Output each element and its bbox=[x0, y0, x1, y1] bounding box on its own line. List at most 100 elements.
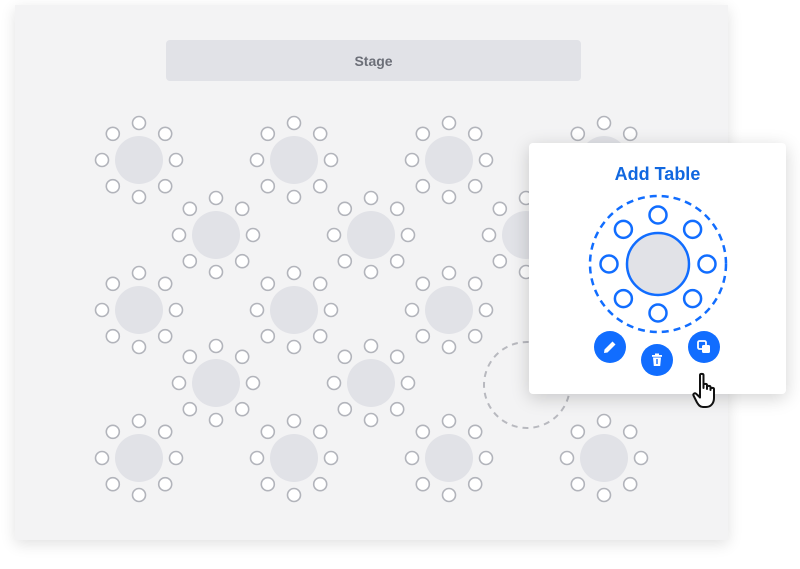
seating-table[interactable] bbox=[249, 413, 339, 503]
chair bbox=[234, 253, 250, 269]
chair bbox=[478, 302, 494, 318]
chair bbox=[570, 126, 586, 142]
seating-table[interactable] bbox=[171, 338, 261, 428]
chair bbox=[94, 152, 110, 168]
chair bbox=[249, 302, 265, 318]
edit-icon bbox=[604, 341, 616, 353]
chair bbox=[131, 189, 147, 205]
seating-table[interactable] bbox=[249, 265, 339, 355]
chair bbox=[337, 349, 353, 365]
hand-pointer-icon bbox=[692, 372, 715, 408]
chair bbox=[157, 126, 173, 142]
chair bbox=[648, 205, 668, 225]
chair bbox=[415, 126, 431, 142]
chair bbox=[157, 178, 173, 194]
duplicate-table-button[interactable] bbox=[688, 331, 720, 363]
chair bbox=[326, 227, 342, 243]
chair bbox=[157, 276, 173, 292]
chair bbox=[157, 328, 173, 344]
chair bbox=[260, 178, 276, 194]
chair bbox=[157, 476, 173, 492]
chair bbox=[323, 450, 339, 466]
chair bbox=[260, 328, 276, 344]
chair bbox=[131, 115, 147, 131]
seating-table[interactable] bbox=[404, 265, 494, 355]
chair bbox=[312, 476, 328, 492]
chair bbox=[245, 375, 261, 391]
table-top bbox=[425, 286, 473, 334]
chair bbox=[312, 178, 328, 194]
chair bbox=[363, 264, 379, 280]
chair bbox=[441, 487, 457, 503]
delete-table-button[interactable] bbox=[641, 344, 673, 376]
seating-table[interactable] bbox=[94, 265, 184, 355]
chair bbox=[389, 401, 405, 417]
chair bbox=[363, 190, 379, 206]
chair bbox=[157, 424, 173, 440]
chair bbox=[131, 487, 147, 503]
edit-table-button[interactable] bbox=[594, 331, 626, 363]
chair bbox=[441, 265, 457, 281]
seating-table[interactable] bbox=[559, 413, 649, 503]
seating-table[interactable] bbox=[249, 115, 339, 205]
delete-icon bbox=[652, 353, 662, 366]
chair bbox=[363, 412, 379, 428]
table-top bbox=[115, 286, 163, 334]
chair bbox=[234, 349, 250, 365]
chair bbox=[105, 424, 121, 440]
seating-table[interactable] bbox=[326, 338, 416, 428]
chair bbox=[105, 178, 121, 194]
chair bbox=[105, 328, 121, 344]
chair bbox=[415, 424, 431, 440]
seating-table[interactable] bbox=[171, 190, 261, 280]
chair bbox=[171, 227, 187, 243]
table-top bbox=[270, 434, 318, 482]
chair bbox=[312, 328, 328, 344]
chair bbox=[260, 424, 276, 440]
table-top bbox=[192, 359, 240, 407]
chair bbox=[182, 349, 198, 365]
chair bbox=[441, 339, 457, 355]
add-table-popup: Add Table bbox=[529, 143, 786, 394]
selected-table-preview[interactable] bbox=[587, 193, 729, 335]
chair bbox=[478, 450, 494, 466]
chair bbox=[208, 412, 224, 428]
chair bbox=[131, 265, 147, 281]
chair bbox=[613, 219, 634, 240]
chair bbox=[234, 401, 250, 417]
seating-table[interactable] bbox=[94, 115, 184, 205]
seating-table[interactable] bbox=[326, 190, 416, 280]
chair bbox=[326, 375, 342, 391]
chair bbox=[492, 201, 508, 217]
chair bbox=[697, 254, 717, 274]
table-top bbox=[115, 434, 163, 482]
table-top bbox=[580, 434, 628, 482]
chair bbox=[323, 152, 339, 168]
table-top bbox=[347, 359, 395, 407]
seating-table[interactable] bbox=[94, 413, 184, 503]
table-top bbox=[115, 136, 163, 184]
chair bbox=[168, 302, 184, 318]
chair bbox=[208, 338, 224, 354]
chair bbox=[682, 288, 703, 309]
table-top bbox=[270, 286, 318, 334]
table-top bbox=[270, 136, 318, 184]
seating-table[interactable] bbox=[404, 413, 494, 503]
chair bbox=[337, 201, 353, 217]
chair bbox=[404, 152, 420, 168]
chair bbox=[286, 265, 302, 281]
chair bbox=[323, 302, 339, 318]
chair bbox=[467, 328, 483, 344]
chair bbox=[249, 450, 265, 466]
chair bbox=[467, 476, 483, 492]
chair bbox=[467, 424, 483, 440]
chair bbox=[415, 178, 431, 194]
chair bbox=[404, 302, 420, 318]
seating-table[interactable] bbox=[404, 115, 494, 205]
chair bbox=[622, 126, 638, 142]
chair bbox=[389, 349, 405, 365]
chair bbox=[467, 178, 483, 194]
chair bbox=[415, 476, 431, 492]
chair bbox=[570, 476, 586, 492]
table-top bbox=[425, 434, 473, 482]
